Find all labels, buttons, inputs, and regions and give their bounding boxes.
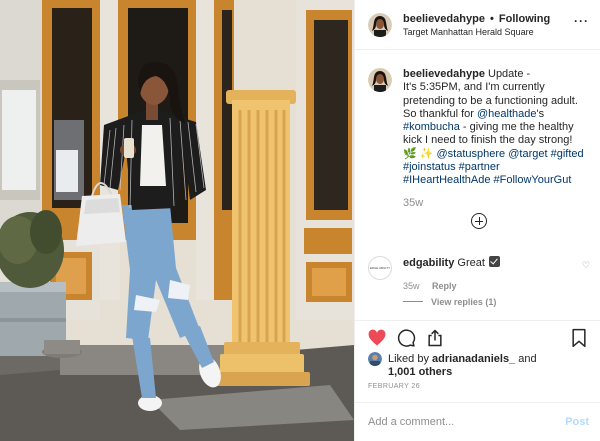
- hashtag-link[interactable]: #gifted: [551, 148, 584, 160]
- hashtag-link[interactable]: #IHeartHealthAde: [403, 174, 490, 186]
- separator-dot: •: [490, 13, 494, 25]
- instagram-post: beelievedahype • Following Target Manhat…: [0, 0, 600, 441]
- post-actions-bar: [355, 320, 600, 357]
- post-photo[interactable]: [0, 0, 354, 441]
- hashtag-link[interactable]: #kombucha: [403, 121, 460, 133]
- location-link[interactable]: Target Manhattan Herald Square: [403, 27, 534, 37]
- hashtag-link[interactable]: #partner: [459, 161, 500, 173]
- caption-avatar[interactable]: [368, 68, 392, 92]
- caption-text: It's 5:35PM, and I'm currently: [403, 81, 545, 94]
- emoji-text: 🌿 ✨: [403, 147, 434, 160]
- add-comment-input[interactable]: Add a comment...: [368, 416, 454, 428]
- hashtag-link[interactable]: #FollowYourGut: [494, 174, 572, 186]
- liker-username[interactable]: adrianadaniels_: [432, 353, 515, 365]
- caption-text: pretending to be a functioning adult.: [403, 94, 578, 107]
- author-avatar[interactable]: [368, 13, 392, 37]
- commenter-avatar-text: EDGE ABILITY: [369, 266, 391, 270]
- more-options-icon[interactable]: ···: [574, 15, 589, 27]
- share-icon[interactable]: [425, 328, 445, 348]
- post-header: beelievedahype • Following Target Manhat…: [355, 0, 600, 50]
- reply-button[interactable]: Reply: [432, 281, 457, 291]
- mention-link[interactable]: @healthade: [477, 108, 537, 120]
- comment-row: edgability Great: [403, 256, 500, 269]
- comment-text: Great: [457, 257, 485, 269]
- post-caption: beelievedahype Update - It's 5:35PM, and…: [403, 68, 593, 188]
- photo-illustration: [0, 0, 354, 441]
- liker-avatar[interactable]: [368, 352, 382, 366]
- post-date[interactable]: FEBRUARY 26: [368, 383, 420, 390]
- caption-timestamp[interactable]: 35w: [403, 197, 423, 209]
- comment-icon[interactable]: [396, 328, 416, 348]
- heart-icon[interactable]: [367, 328, 387, 348]
- caption-text: Update -: [488, 68, 531, 80]
- caption-text: kick I need to finish the day strong!: [403, 134, 573, 147]
- comment-meta: 35w Reply: [403, 281, 457, 291]
- view-replies-label: View replies (1): [431, 297, 497, 307]
- replies-divider-line: [403, 301, 423, 302]
- likes-count-link[interactable]: 1,001 others: [388, 366, 452, 378]
- liked-by-line: Liked by adrianadaniels_ and: [388, 353, 537, 365]
- post-comment-button[interactable]: Post: [565, 416, 589, 428]
- comment-username[interactable]: edgability: [403, 257, 454, 269]
- mention-link[interactable]: @statusphere: [437, 148, 506, 160]
- add-comment-bar: Add a comment... Post: [355, 402, 600, 441]
- hashtag-link[interactable]: #joinstatus: [403, 161, 456, 173]
- author-line: beelievedahype • Following: [403, 13, 550, 25]
- post-side-panel: beelievedahype • Following Target Manhat…: [354, 0, 600, 441]
- caption-text: 's: [536, 107, 545, 120]
- bookmark-icon[interactable]: [569, 328, 589, 348]
- liked-by-prefix: Liked by: [388, 353, 433, 365]
- caption-username[interactable]: beelievedahype: [403, 68, 485, 80]
- author-username[interactable]: beelievedahype: [403, 13, 485, 25]
- comment-like-icon[interactable]: ♡: [582, 261, 590, 270]
- commenter-avatar[interactable]: EDGE ABILITY: [368, 256, 392, 280]
- caption-text: - giving me the healthy: [459, 121, 574, 134]
- load-more-comments-icon[interactable]: [471, 213, 487, 229]
- caption-text: So thankful for: [403, 107, 477, 120]
- view-replies-button[interactable]: View replies (1): [403, 297, 496, 307]
- following-button[interactable]: Following: [499, 13, 550, 25]
- mention-link[interactable]: @target: [508, 148, 547, 160]
- check-emoji-icon: [488, 256, 500, 267]
- comment-timestamp[interactable]: 35w: [403, 281, 420, 291]
- liked-by-and: and: [515, 353, 537, 365]
